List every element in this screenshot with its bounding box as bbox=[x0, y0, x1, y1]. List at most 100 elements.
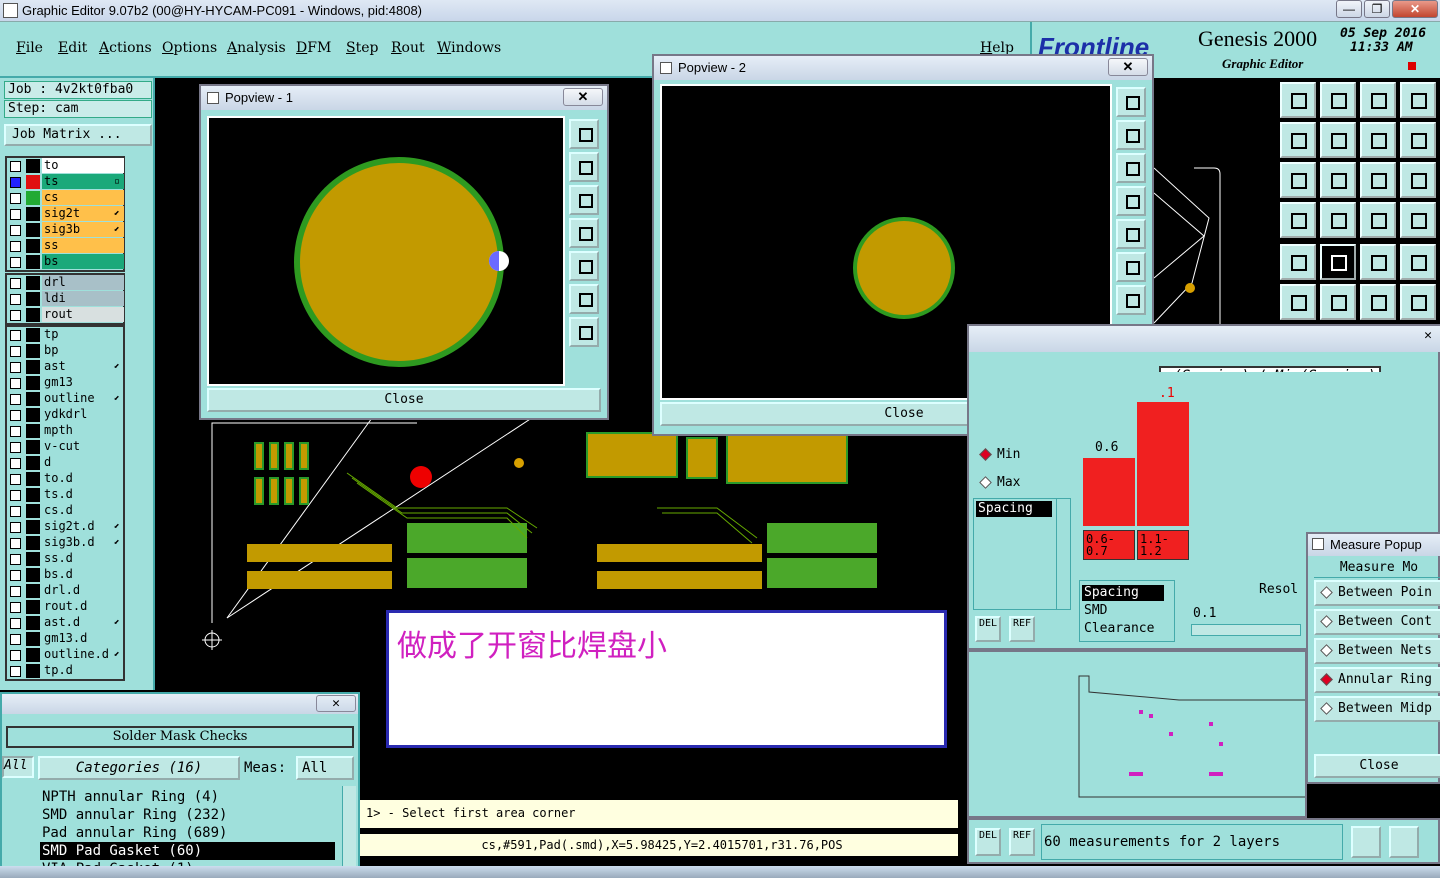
board-thumbnail[interactable] bbox=[969, 652, 1310, 816]
zoom-out-icon[interactable] bbox=[1116, 285, 1146, 315]
category-scrollbar[interactable] bbox=[342, 786, 356, 878]
layer-checkbox[interactable] bbox=[10, 346, 21, 357]
measure-popup-close-button[interactable]: Close bbox=[1314, 754, 1440, 778]
layer-checkbox[interactable] bbox=[10, 310, 21, 321]
popview-1-close-button[interactable]: Close bbox=[207, 388, 601, 412]
tool-grid-icon[interactable] bbox=[1320, 202, 1356, 238]
tool-ruler-icon[interactable] bbox=[1360, 244, 1396, 280]
measure-mode-annular-ring[interactable]: Annular Ring bbox=[1314, 667, 1440, 693]
export-icon[interactable] bbox=[1389, 826, 1419, 858]
pan-down-icon[interactable] bbox=[1116, 153, 1146, 183]
layer-color-swatch[interactable] bbox=[26, 360, 40, 374]
zoom-in-icon[interactable] bbox=[569, 284, 599, 314]
layer-item[interactable]: mpth bbox=[7, 423, 123, 439]
layer-item[interactable]: bs.d bbox=[7, 567, 123, 583]
menu-actions[interactable]: Actions bbox=[99, 40, 152, 56]
maximize-button[interactable]: ❐ bbox=[1364, 0, 1390, 18]
layer-color-swatch[interactable] bbox=[26, 472, 40, 486]
tool-settings-icon[interactable] bbox=[1280, 202, 1316, 238]
popview-2-close-x[interactable]: ✕ bbox=[1108, 58, 1148, 76]
layer-color-swatch[interactable] bbox=[26, 159, 40, 173]
layer-item[interactable]: tp bbox=[7, 327, 123, 343]
list-scrollbar[interactable] bbox=[1056, 499, 1068, 609]
tool-net-icon[interactable] bbox=[1280, 284, 1316, 320]
zoom-window-icon[interactable] bbox=[1116, 87, 1146, 117]
layer-color-swatch[interactable] bbox=[26, 456, 40, 470]
del-button[interactable]: DEL bbox=[975, 616, 1001, 642]
popview-1-canvas[interactable] bbox=[207, 116, 565, 386]
layer-color-swatch[interactable] bbox=[26, 308, 40, 322]
menu-file[interactable]: File bbox=[16, 40, 43, 56]
layer-item[interactable]: outline ⬋ bbox=[7, 391, 123, 407]
layer-color-swatch[interactable] bbox=[26, 239, 40, 253]
layer-checkbox[interactable] bbox=[10, 241, 21, 252]
tool-swap-icon[interactable] bbox=[1400, 122, 1436, 158]
layer-color-swatch[interactable] bbox=[26, 648, 40, 662]
layer-color-swatch[interactable] bbox=[26, 488, 40, 502]
categories-button[interactable]: Categories (16) bbox=[38, 756, 240, 780]
tool-house-icon[interactable] bbox=[1360, 82, 1396, 118]
job-matrix-button[interactable]: Job Matrix ... bbox=[4, 124, 152, 146]
pan-right-icon[interactable] bbox=[569, 251, 599, 281]
layer-item[interactable]: sig2t.d ⬋ bbox=[7, 519, 123, 535]
layer-item[interactable]: drl.d bbox=[7, 583, 123, 599]
menu-analysis[interactable]: Analysis bbox=[227, 40, 286, 56]
tool-color-icon[interactable] bbox=[1320, 244, 1356, 280]
layer-item[interactable]: drl bbox=[7, 275, 124, 291]
measure-mode-between-points[interactable]: Between Poin bbox=[1314, 580, 1440, 606]
all-tab[interactable]: All bbox=[2, 756, 34, 778]
layer-color-swatch[interactable] bbox=[26, 440, 40, 454]
menu-edit[interactable]: Edit bbox=[58, 40, 87, 56]
layer-item[interactable]: ldi bbox=[7, 291, 124, 307]
histogram-close-x[interactable]: ✕ bbox=[1424, 328, 1432, 343]
layer-color-swatch[interactable] bbox=[26, 600, 40, 614]
tool-snap2-icon[interactable] bbox=[1400, 202, 1436, 238]
layer-item[interactable]: ts ▫ bbox=[7, 174, 124, 190]
layer-item[interactable]: ss bbox=[7, 238, 124, 254]
layer-item[interactable]: sig2t ⬋ bbox=[7, 206, 124, 222]
measure-type-item[interactable]: Spacing bbox=[976, 501, 1052, 517]
measure-mode-between-nets[interactable]: Between Nets bbox=[1314, 638, 1440, 664]
menu-step[interactable]: Step bbox=[346, 40, 378, 56]
layer-color-swatch[interactable] bbox=[26, 520, 40, 534]
layer-checkbox[interactable] bbox=[10, 490, 21, 501]
layer-color-swatch[interactable] bbox=[26, 664, 40, 678]
category-list-item-selected[interactable]: SMD Pad Gasket (60) bbox=[40, 842, 335, 860]
layer-checkbox[interactable] bbox=[10, 522, 21, 533]
layer-checkbox[interactable] bbox=[10, 650, 21, 661]
ref-button[interactable]: REF bbox=[1009, 616, 1035, 642]
layer-color-swatch[interactable] bbox=[26, 616, 40, 630]
menu-dfm[interactable]: DFM bbox=[296, 40, 331, 56]
zoom-window-icon[interactable] bbox=[569, 119, 599, 149]
layer-item[interactable]: to.d bbox=[7, 471, 123, 487]
report-icon[interactable] bbox=[1351, 826, 1381, 858]
minimize-button[interactable]: — bbox=[1336, 0, 1362, 18]
layer-checkbox[interactable] bbox=[10, 362, 21, 373]
layer-item[interactable]: ss.d bbox=[7, 551, 123, 567]
tool-snap-icon[interactable] bbox=[1360, 202, 1396, 238]
layer-checkbox[interactable] bbox=[10, 294, 21, 305]
pan-left-icon[interactable] bbox=[569, 218, 599, 248]
category-list-item[interactable]: Pad annular Ring (689) bbox=[40, 824, 335, 842]
layer-checkbox[interactable] bbox=[10, 378, 21, 389]
layer-color-swatch[interactable] bbox=[26, 191, 40, 205]
layer-item[interactable]: gm13.d bbox=[7, 631, 123, 647]
layer-checkbox[interactable] bbox=[10, 193, 21, 204]
layer-item[interactable]: sig3b.d ⬋ bbox=[7, 535, 123, 551]
tool-center-icon[interactable] bbox=[1320, 162, 1356, 198]
popview-1-close-x[interactable]: ✕ bbox=[563, 88, 603, 106]
layer-item[interactable]: ts.d bbox=[7, 487, 123, 503]
min-radio[interactable]: Min bbox=[973, 442, 1057, 470]
layer-checkbox[interactable] bbox=[10, 257, 21, 268]
layer-item[interactable]: ast ⬋ bbox=[7, 359, 123, 375]
tool-left-icon[interactable] bbox=[1280, 122, 1316, 158]
del-button[interactable]: DEL bbox=[975, 828, 1001, 856]
layer-checkbox[interactable] bbox=[10, 506, 21, 517]
tool-measure2-icon[interactable] bbox=[1400, 284, 1436, 320]
measure-mode-between-contours[interactable]: Between Cont bbox=[1314, 609, 1440, 635]
tool-window-icon[interactable] bbox=[1400, 82, 1436, 118]
layer-item[interactable]: gm13 bbox=[7, 375, 123, 391]
pan-left-icon[interactable] bbox=[1116, 186, 1146, 216]
layer-color-swatch[interactable] bbox=[26, 504, 40, 518]
layer-item[interactable]: rout.d bbox=[7, 599, 123, 615]
